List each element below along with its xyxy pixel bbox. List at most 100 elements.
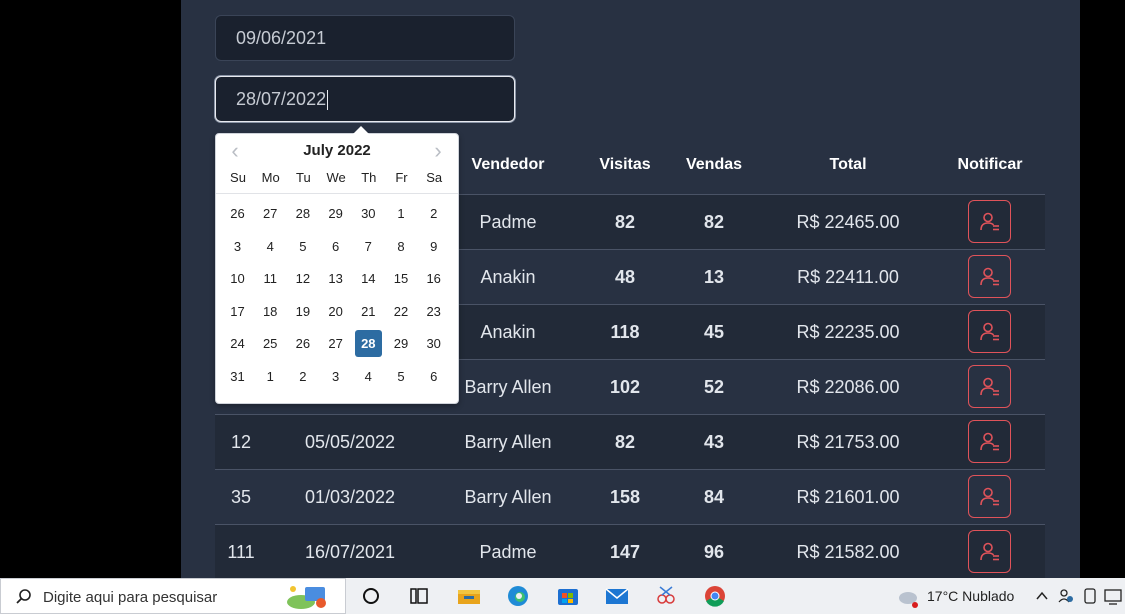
cell-total: R$ 21582.00 bbox=[796, 542, 900, 562]
calendar-day[interactable]: 11 bbox=[257, 265, 284, 292]
cloudy-weather-icon[interactable] bbox=[896, 586, 922, 608]
header-total: Total bbox=[829, 156, 867, 173]
weekday-label: Sa bbox=[426, 170, 443, 185]
calendar-day[interactable]: 5 bbox=[289, 233, 316, 260]
header-visitas: Visitas bbox=[599, 156, 651, 173]
calendar-day[interactable]: 20 bbox=[322, 298, 349, 325]
datepicker-weekdays: Su Mo Tu We Th Fr Sa bbox=[222, 170, 452, 190]
calendar-day[interactable]: 3 bbox=[322, 363, 349, 390]
search-icon bbox=[16, 589, 31, 604]
max-date-input[interactable]: 28/07/2022 bbox=[215, 76, 515, 122]
cell-seller: Anakin bbox=[480, 267, 536, 287]
calendar-day[interactable]: 2 bbox=[289, 363, 316, 390]
calendar-day[interactable]: 27 bbox=[322, 330, 349, 357]
calendar-day[interactable]: 16 bbox=[420, 265, 447, 292]
cell-seller: Barry Allen bbox=[464, 487, 552, 507]
chrome-icon[interactable] bbox=[702, 584, 728, 608]
datepicker-divider bbox=[216, 193, 458, 194]
table-row: 35 01/03/2022 Barry Allen 158 84 R$ 21601.00 bbox=[215, 470, 1045, 525]
calendar-day[interactable]: 8 bbox=[388, 233, 415, 260]
notify-button[interactable] bbox=[968, 530, 1011, 573]
min-date-input[interactable]: 09/06/2021 bbox=[215, 15, 515, 61]
calendar-day[interactable]: 17 bbox=[224, 298, 251, 325]
device-icon[interactable] bbox=[1082, 587, 1098, 605]
calendar-day[interactable]: 29 bbox=[388, 330, 415, 357]
calendar-day[interactable]: 30 bbox=[420, 330, 447, 357]
calendar-day[interactable]: 5 bbox=[388, 363, 415, 390]
network-icon[interactable] bbox=[1103, 587, 1123, 605]
calendar-day[interactable]: 4 bbox=[257, 233, 284, 260]
calendar-day[interactable]: 3 bbox=[224, 233, 251, 260]
calendar-day[interactable]: 6 bbox=[420, 363, 447, 390]
calendar-day[interactable]: 7 bbox=[355, 233, 382, 260]
calendar-day[interactable]: 27 bbox=[257, 200, 284, 227]
notify-button[interactable] bbox=[968, 365, 1011, 408]
file-explorer-icon[interactable] bbox=[456, 584, 482, 608]
calendar-day[interactable]: 26 bbox=[289, 330, 316, 357]
calendar-day[interactable]: 13 bbox=[322, 265, 349, 292]
datepicker-pointer bbox=[353, 126, 369, 134]
cortana-icon[interactable] bbox=[360, 584, 386, 608]
task-view-icon[interactable] bbox=[407, 584, 433, 608]
notify-button[interactable] bbox=[968, 475, 1011, 518]
calendar-day[interactable]: 1 bbox=[388, 200, 415, 227]
notify-button[interactable] bbox=[968, 255, 1011, 298]
calendar-day[interactable]: 18 bbox=[257, 298, 284, 325]
calendar-day[interactable]: 2 bbox=[420, 200, 447, 227]
datepicker-month-label: July 2022 bbox=[303, 142, 371, 159]
calendar-day[interactable]: 31 bbox=[224, 363, 251, 390]
notify-button[interactable] bbox=[968, 310, 1011, 353]
calendar-day[interactable]: 4 bbox=[355, 363, 382, 390]
text-caret bbox=[327, 90, 329, 111]
calendar-day[interactable]: 10 bbox=[224, 265, 251, 292]
min-date-value: 09/06/2021 bbox=[236, 28, 327, 48]
people-icon[interactable] bbox=[1057, 587, 1075, 605]
table-row: 12 05/05/2022 Barry Allen 82 43 R$ 21753.00 bbox=[215, 415, 1045, 470]
cell-sales: 43 bbox=[703, 432, 725, 452]
calendar-day[interactable]: 1 bbox=[257, 363, 284, 390]
calendar-day[interactable]: 14 bbox=[355, 265, 382, 292]
calendar-day[interactable]: 30 bbox=[355, 200, 382, 227]
cell-seller: Barry Allen bbox=[464, 432, 552, 452]
cell-seller: Padme bbox=[479, 212, 537, 232]
table-row: 111 16/07/2021 Padme 147 96 R$ 21582.00 bbox=[215, 525, 1045, 580]
chevron-up-icon[interactable] bbox=[1035, 590, 1049, 602]
cell-date: 01/03/2022 bbox=[304, 487, 396, 507]
cell-total: R$ 22465.00 bbox=[796, 212, 900, 232]
store-icon[interactable] bbox=[555, 584, 581, 608]
cell-visits: 102 bbox=[609, 377, 641, 397]
calendar-day[interactable]: 28 bbox=[289, 200, 316, 227]
header-notificar: Notificar bbox=[957, 156, 1023, 173]
calendar-day[interactable]: 19 bbox=[289, 298, 316, 325]
notify-button[interactable] bbox=[968, 420, 1011, 463]
calendar-day-selected[interactable]: 28 bbox=[354, 330, 382, 357]
calendar-day[interactable]: 25 bbox=[257, 330, 284, 357]
notify-button[interactable] bbox=[968, 200, 1011, 243]
taskbar-search-box[interactable]: Digite aqui para pesquisar bbox=[0, 578, 346, 614]
calendar-day[interactable]: 29 bbox=[322, 200, 349, 227]
snip-icon[interactable] bbox=[653, 584, 679, 608]
cell-visits: 118 bbox=[610, 322, 640, 342]
calendar-day[interactable]: 22 bbox=[388, 298, 415, 325]
calendar-day[interactable]: 12 bbox=[289, 265, 316, 292]
calendar-day[interactable]: 26 bbox=[224, 200, 251, 227]
calendar-day[interactable]: 21 bbox=[355, 298, 382, 325]
cell-id: 35 bbox=[230, 487, 252, 507]
cell-visits: 48 bbox=[614, 267, 636, 287]
cell-seller: Anakin bbox=[480, 322, 536, 342]
weekday-label: Tu bbox=[296, 170, 311, 185]
cell-sales: 82 bbox=[703, 212, 725, 232]
cell-total: R$ 22411.00 bbox=[797, 267, 899, 287]
cell-date: 16/07/2021 bbox=[304, 542, 396, 562]
calendar-day[interactable]: 24 bbox=[224, 330, 251, 357]
calendar-day[interactable]: 9 bbox=[420, 233, 447, 260]
mail-icon[interactable] bbox=[604, 584, 630, 608]
calendar-day[interactable]: 23 bbox=[420, 298, 447, 325]
weather-status[interactable]: 17°C Nublado bbox=[927, 588, 1014, 604]
calendar-day[interactable]: 15 bbox=[388, 265, 415, 292]
calendar-day[interactable]: 6 bbox=[322, 233, 349, 260]
chevron-right-icon[interactable]: › bbox=[428, 140, 448, 162]
cell-total: R$ 22086.00 bbox=[796, 377, 900, 397]
edge-icon[interactable] bbox=[505, 584, 531, 608]
weekday-label: Mo bbox=[261, 170, 280, 185]
